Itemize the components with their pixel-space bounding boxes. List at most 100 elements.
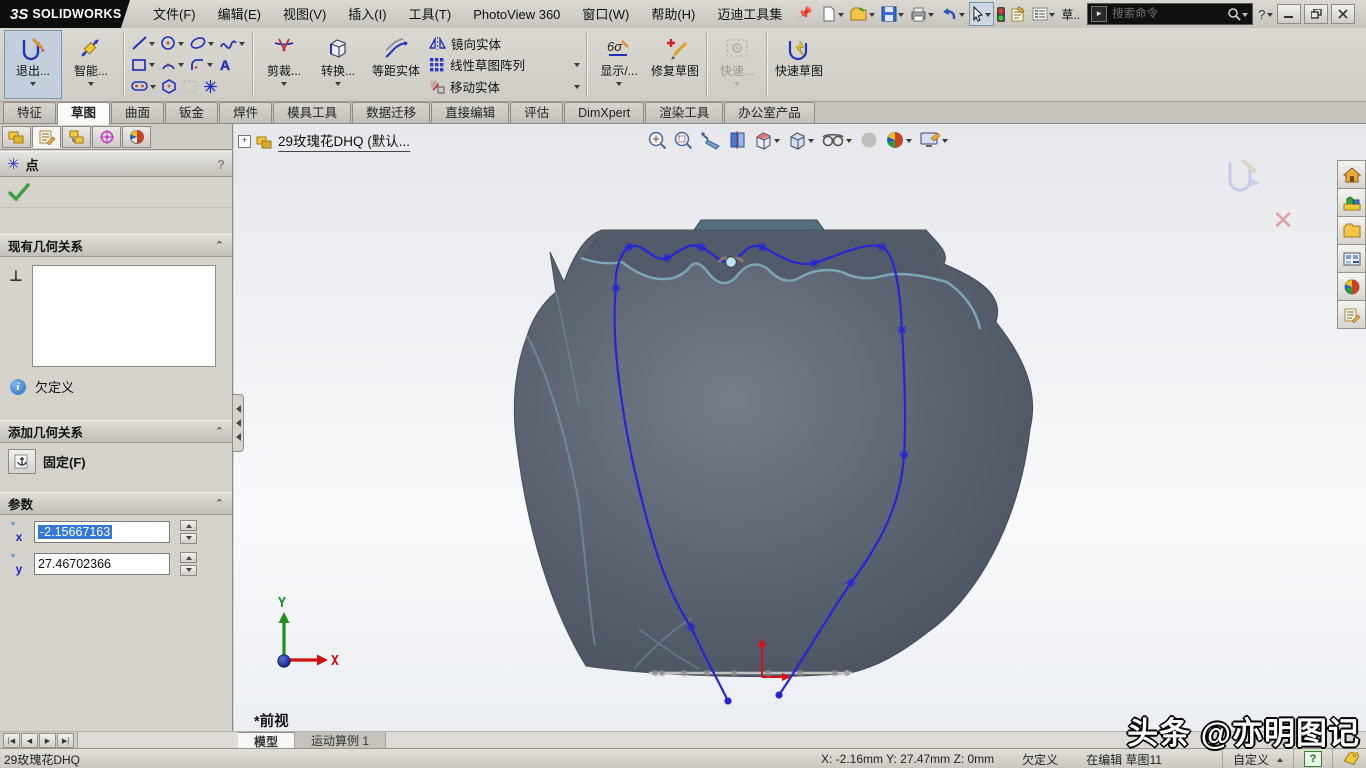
hide-show-dropdown-icon[interactable] bbox=[846, 139, 852, 146]
line-dropdown-icon[interactable] bbox=[149, 42, 155, 49]
view-orientation-dropdown-icon[interactable] bbox=[774, 139, 780, 146]
fillet-dropdown-icon[interactable] bbox=[207, 63, 213, 70]
solidworks-resources-button[interactable] bbox=[1337, 160, 1366, 189]
toolbar-overflow-item[interactable]: 草.. bbox=[1061, 6, 1080, 23]
undo-dropdown-icon[interactable] bbox=[959, 13, 965, 20]
polygon-tool-button[interactable] bbox=[160, 76, 179, 96]
restore-button[interactable] bbox=[1304, 4, 1328, 24]
panel-help-button[interactable]: ? bbox=[217, 157, 225, 172]
linear-pattern-dropdown-icon[interactable] bbox=[574, 63, 580, 70]
search-input[interactable] bbox=[1110, 7, 1227, 21]
add-relations-header[interactable]: 添加几何关系 ⌃ bbox=[0, 420, 232, 443]
spline-tool-button[interactable] bbox=[218, 33, 247, 53]
menu-window[interactable]: 窗口(W) bbox=[571, 1, 640, 28]
exit-sketch-dropdown-icon[interactable] bbox=[30, 82, 36, 89]
vase-lid-tab[interactable] bbox=[694, 220, 824, 230]
tab-propertymanager[interactable] bbox=[32, 126, 61, 148]
tree-expander-icon[interactable]: + bbox=[238, 135, 251, 148]
select-dropdown-icon[interactable] bbox=[985, 13, 991, 20]
view-palette-button[interactable] bbox=[1337, 244, 1366, 273]
convert-dropdown-icon[interactable] bbox=[335, 82, 341, 89]
menu-photoview360[interactable]: PhotoView 360 bbox=[462, 1, 571, 28]
tab-render-tools[interactable]: 渲染工具 bbox=[645, 102, 723, 123]
linear-sketch-pattern-button[interactable]: 线性草图阵列 bbox=[429, 55, 581, 75]
y-coordinate-field[interactable]: 27.46702366 bbox=[34, 553, 170, 575]
selected-sketch-point[interactable] bbox=[726, 257, 737, 268]
ok-check-icon[interactable] bbox=[8, 182, 30, 202]
tab-configurationmanager[interactable] bbox=[62, 126, 91, 148]
panel-splitter-handle[interactable] bbox=[233, 394, 244, 452]
arc-tool-button[interactable] bbox=[159, 55, 186, 75]
search-dropdown-icon[interactable] bbox=[1242, 13, 1248, 20]
trim-entities-button[interactable]: 剪裁... bbox=[257, 30, 311, 99]
baseline-endpoint[interactable] bbox=[844, 670, 850, 676]
collapse-chevron-icon[interactable]: ⌃ bbox=[215, 425, 224, 438]
mirror-entities-button[interactable]: 镜向实体 bbox=[429, 33, 581, 53]
help-dropdown-icon[interactable] bbox=[1267, 13, 1273, 20]
file-properties-button[interactable] bbox=[1008, 2, 1029, 26]
arc-dropdown-icon[interactable] bbox=[178, 63, 184, 70]
file-explorer-button[interactable] bbox=[1337, 216, 1366, 245]
display-delete-relations-button[interactable]: 6σ 显示/... bbox=[591, 30, 647, 99]
tab-featuremanager-tree[interactable] bbox=[2, 126, 31, 148]
fix-relation-button[interactable] bbox=[8, 449, 36, 474]
view-settings-dropdown-icon[interactable] bbox=[942, 139, 948, 146]
exit-sketch-corner-button[interactable] bbox=[1222, 156, 1268, 202]
smart-dimension-dropdown-icon[interactable] bbox=[88, 82, 94, 89]
offset-entities-button[interactable]: 等距实体 bbox=[365, 30, 427, 99]
custom-properties-button[interactable] bbox=[1337, 300, 1366, 329]
motion-study-tab[interactable]: 运动算例 1 bbox=[295, 732, 386, 749]
spline-dropdown-icon[interactable] bbox=[239, 42, 245, 49]
options-button[interactable] bbox=[1030, 2, 1058, 26]
zoom-to-fit-button[interactable] bbox=[646, 129, 668, 151]
rapid-sketch-button[interactable]: 快速草图 bbox=[771, 30, 827, 99]
new-document-button[interactable] bbox=[819, 2, 847, 26]
interference-check-button[interactable] bbox=[995, 2, 1007, 26]
tab-data-migration[interactable]: 数据迁移 bbox=[352, 102, 430, 123]
x-spin-up-button[interactable] bbox=[180, 520, 197, 531]
view-orientation-button[interactable] bbox=[752, 129, 782, 151]
tab-mold-tools[interactable]: 模具工具 bbox=[273, 102, 351, 123]
new-dropdown-icon[interactable] bbox=[838, 13, 844, 20]
tab-displaymanager[interactable] bbox=[122, 126, 151, 148]
relations-listbox[interactable] bbox=[32, 265, 216, 367]
spline-endpoint-left[interactable] bbox=[724, 697, 731, 704]
menu-maidi-tools[interactable]: 迈迪工具集 bbox=[706, 1, 793, 28]
apply-scene-dropdown-icon[interactable] bbox=[906, 139, 912, 146]
part-name[interactable]: 29玫瑰花DHQ (默认... bbox=[278, 130, 410, 152]
vase-body[interactable] bbox=[514, 230, 1032, 677]
display-style-dropdown-icon[interactable] bbox=[808, 139, 814, 146]
smart-dimension-button[interactable]: 智能... bbox=[62, 30, 120, 99]
tab-weldments[interactable]: 焊件 bbox=[219, 102, 272, 123]
appearances-scenes-button[interactable] bbox=[1337, 272, 1366, 301]
minimize-button[interactable] bbox=[1277, 4, 1301, 24]
save-button[interactable] bbox=[879, 2, 907, 26]
y-spin-down-button[interactable] bbox=[180, 565, 197, 576]
slot-tool-button[interactable] bbox=[130, 76, 158, 96]
trim-dropdown-icon[interactable] bbox=[281, 82, 287, 89]
menu-help[interactable]: 帮助(H) bbox=[640, 1, 706, 28]
y-spin-up-button[interactable] bbox=[180, 552, 197, 563]
zoom-to-area-button[interactable] bbox=[672, 129, 694, 151]
print-dropdown-icon[interactable] bbox=[928, 13, 934, 20]
options-dropdown-icon[interactable] bbox=[1049, 13, 1055, 20]
help-menu-button[interactable]: ? bbox=[1258, 7, 1265, 22]
pin-menubar-icon[interactable]: 📌 bbox=[797, 6, 813, 22]
open-dropdown-icon[interactable] bbox=[869, 13, 875, 20]
previous-view-button[interactable] bbox=[698, 129, 722, 151]
existing-relations-header[interactable]: 现有几何关系 ⌃ bbox=[0, 234, 232, 257]
line-tool-button[interactable] bbox=[130, 33, 157, 53]
x-spin-down-button[interactable] bbox=[180, 533, 197, 544]
point-tool-button[interactable] bbox=[202, 76, 219, 96]
display-relations-dropdown-icon[interactable] bbox=[616, 82, 622, 89]
spline-endpoint-right[interactable] bbox=[775, 691, 782, 698]
model-tab[interactable]: 模型 bbox=[238, 732, 295, 749]
display-style-button[interactable] bbox=[786, 129, 816, 151]
tab-surfaces[interactable]: 曲面 bbox=[111, 102, 164, 123]
x-coordinate-field[interactable]: -2.15667163 bbox=[34, 521, 170, 543]
menu-tools[interactable]: 工具(T) bbox=[398, 1, 463, 28]
tab-features[interactable]: 特征 bbox=[3, 102, 56, 123]
collapse-chevron-icon[interactable]: ⌃ bbox=[215, 239, 224, 252]
repair-sketch-button[interactable]: 修复草图 bbox=[647, 30, 703, 99]
undo-button[interactable] bbox=[938, 2, 968, 26]
